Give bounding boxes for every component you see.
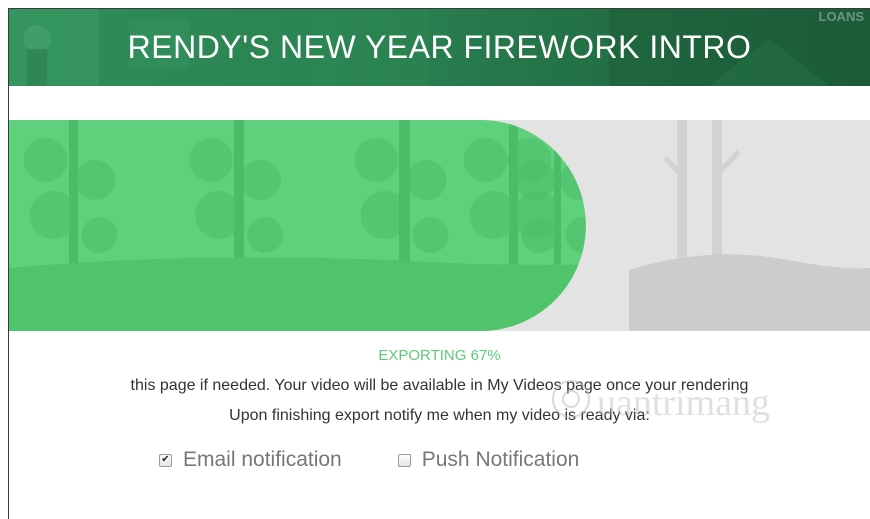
notify-prompt: Upon finishing export notify me when my … [229, 407, 650, 424]
project-header: LOANS RENDY'S NEW YEAR FIREWORK INTRO [9, 9, 870, 86]
progress-illustration [9, 120, 870, 331]
project-title: RENDY'S NEW YEAR FIREWORK INTRO [127, 29, 752, 65]
notification-options: ✔ Email notification Push Notification [159, 447, 635, 473]
email-notification-option[interactable]: ✔ Email notification [159, 448, 342, 472]
email-notification-checkbox[interactable]: ✔ [159, 453, 172, 467]
export-message: this page if needed. Your video will be … [130, 377, 749, 394]
push-notification-label: Push Notification [421, 448, 580, 471]
email-notification-label: Email notification [183, 448, 342, 471]
export-status: EXPORTING 67% [378, 347, 501, 364]
header-corner-text: LOANS [818, 9, 865, 24]
export-progress-bar [9, 120, 870, 331]
push-notification-option[interactable]: Push Notification [397, 448, 580, 472]
watermark-logo: uantrimang [552, 380, 770, 424]
push-notification-checkbox[interactable] [397, 453, 411, 467]
export-page: LOANS RENDY'S NEW YEAR FIREWORK INTRO EX… [8, 8, 870, 519]
